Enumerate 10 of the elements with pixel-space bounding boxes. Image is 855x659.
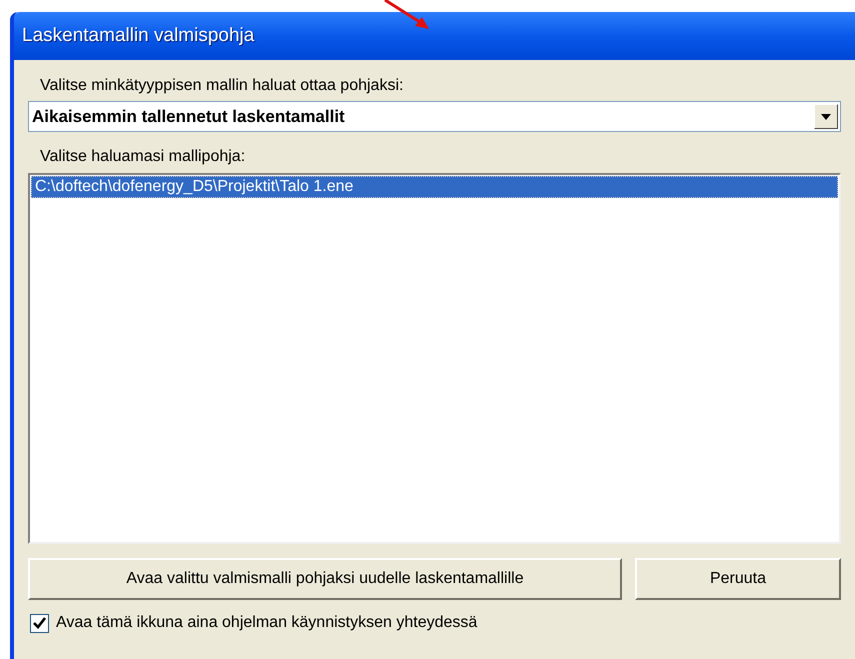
template-item[interactable]: C:\doftech\dofenergy_D5\Projektit\Talo 1.ene [31, 176, 838, 198]
window-title: Laskentamallin valmispohja [22, 24, 254, 48]
cancel-button[interactable]: Peruuta [635, 558, 841, 600]
startup-checkbox-label: Avaa tämä ikkuna aina ohjelman käynnistyksen yhteydessä [56, 613, 478, 633]
template-list[interactable]: C:\doftech\dofenergy_D5\Projektit\Talo 1.ene [28, 173, 841, 544]
type-label: Valitse minkätyyppisen mallin haluat ottaa pohjaksi: [40, 76, 404, 96]
startup-checkbox[interactable] [30, 614, 49, 632]
template-label: Valitse haluamasi mallipohja: [40, 147, 246, 167]
open-template-button[interactable]: Avaa valittu valmismalli pohjaksi uudelle laskentamallille [28, 558, 622, 600]
type-dropdown[interactable]: Aikaisemmin tallennetut laskentamallit [28, 101, 841, 132]
